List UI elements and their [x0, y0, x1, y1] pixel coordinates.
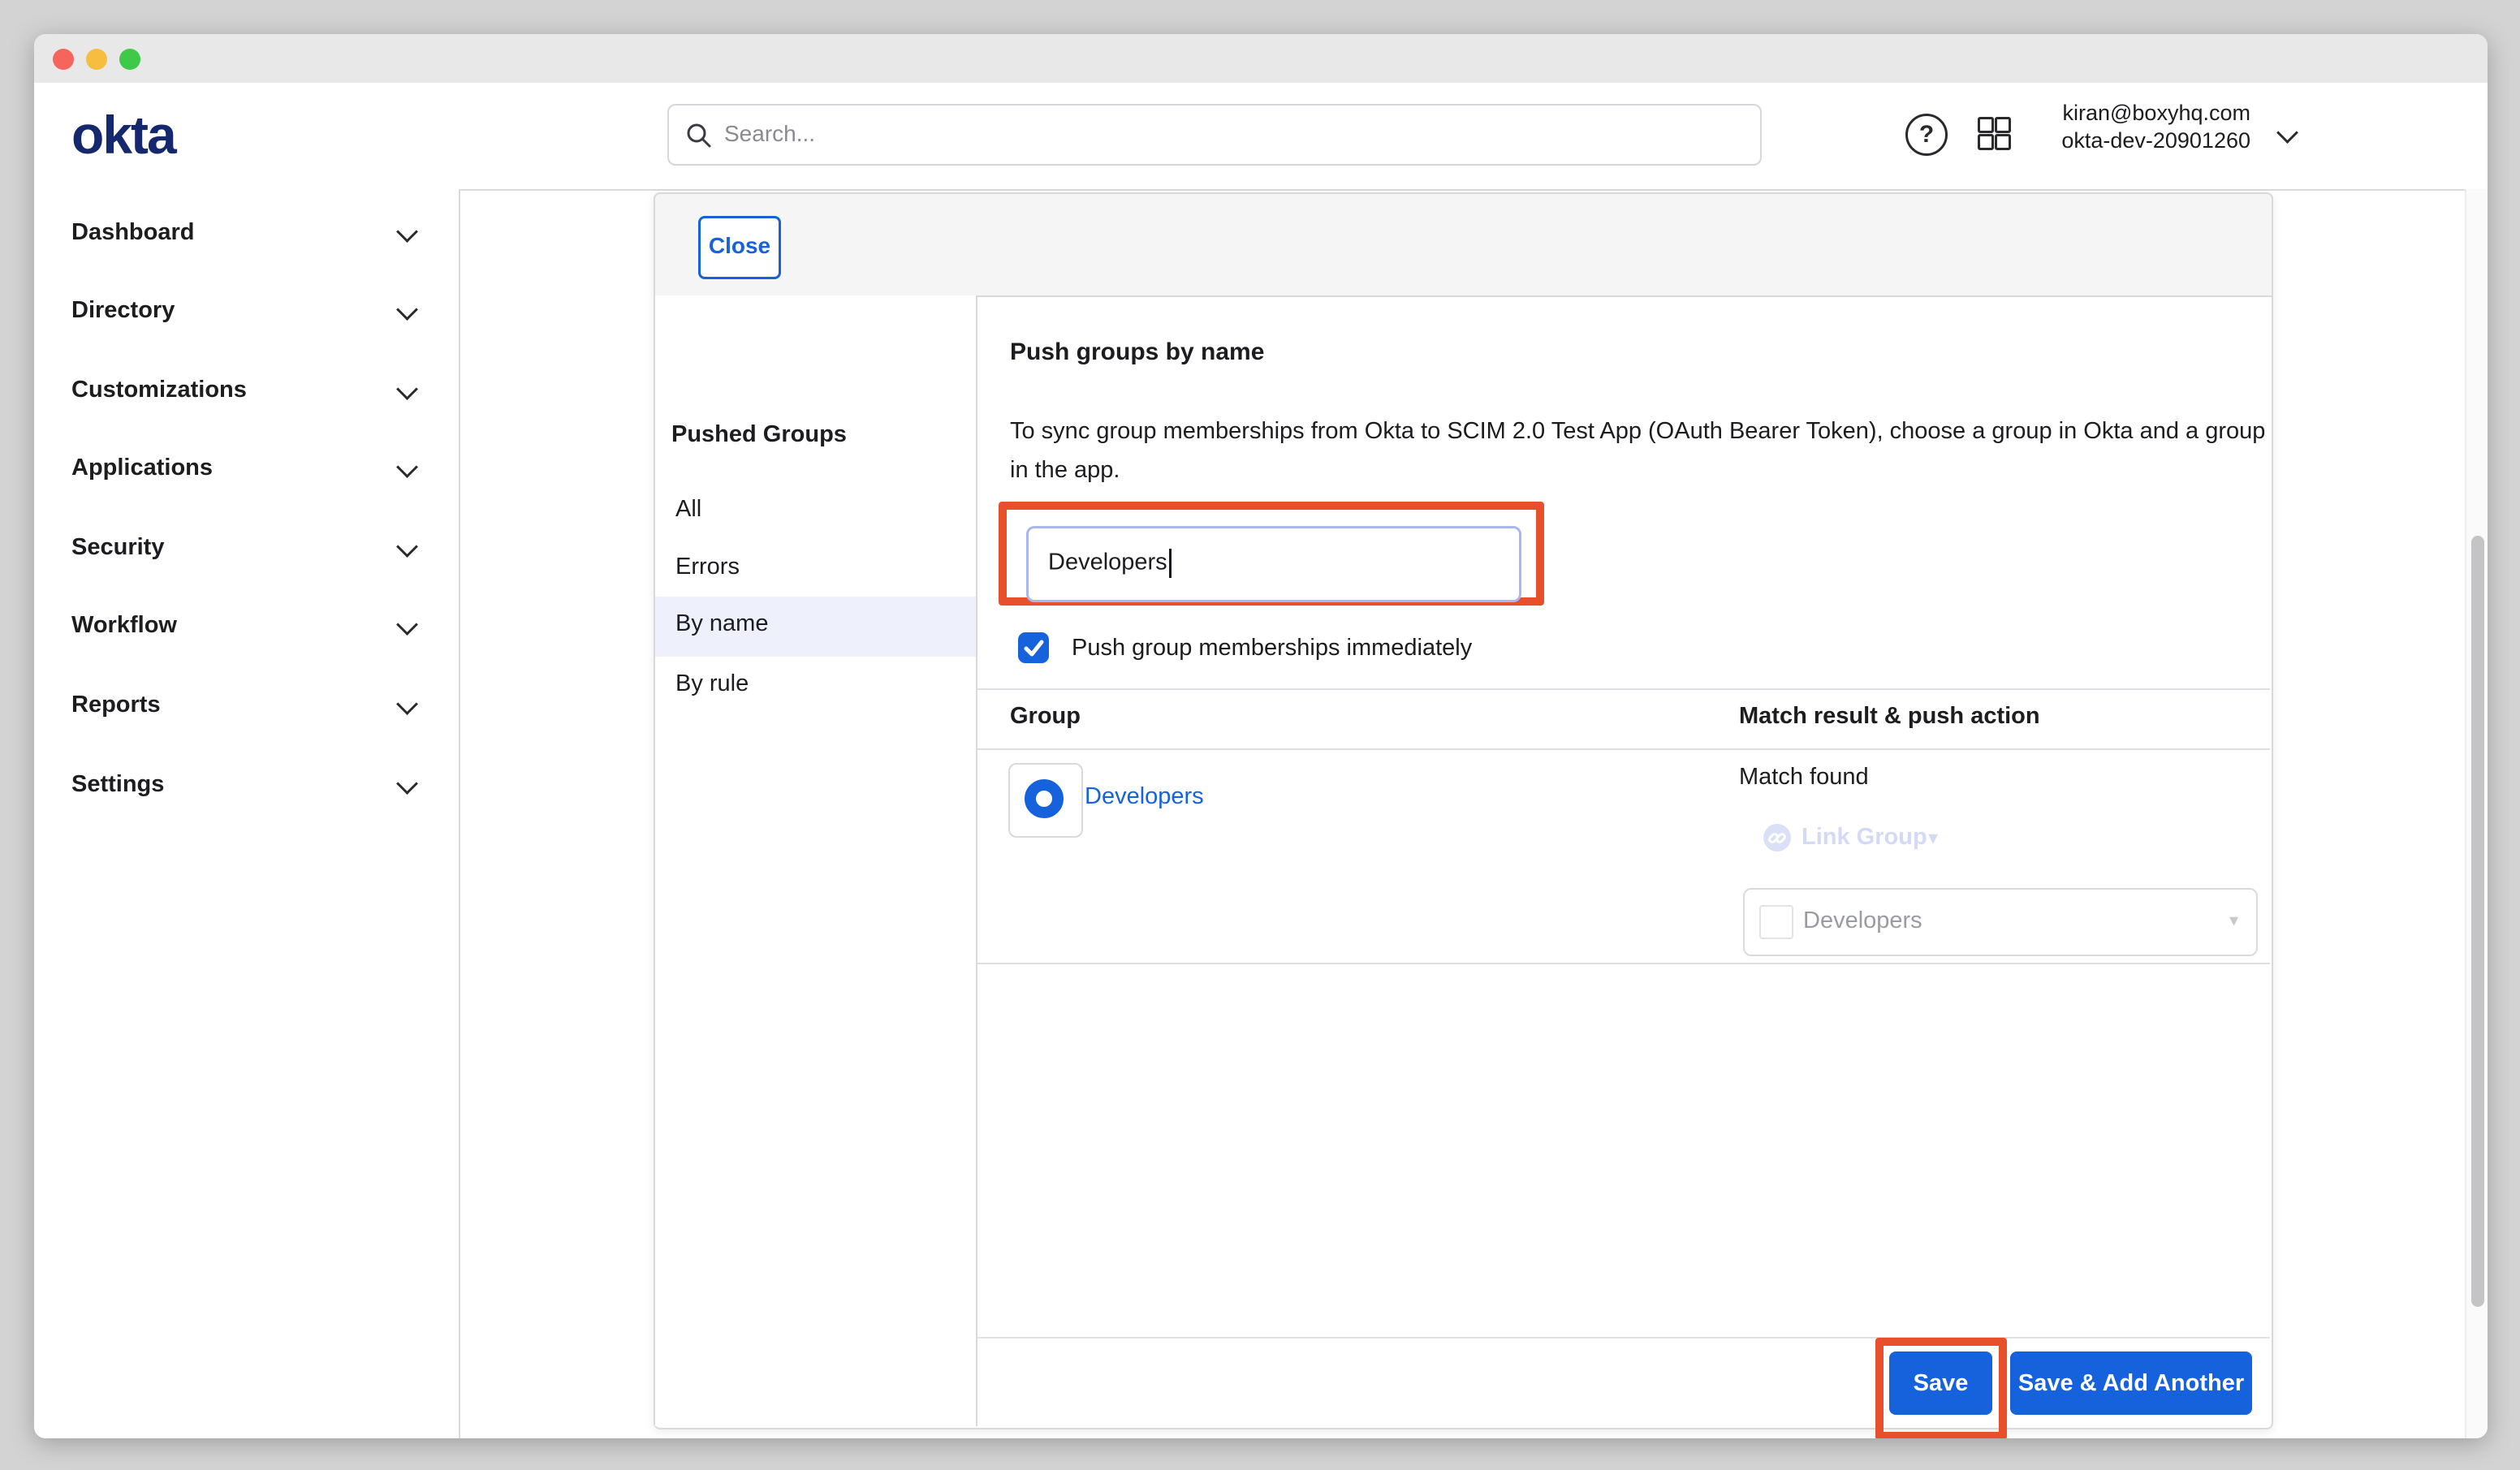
column-header-group: Group: [1010, 703, 1081, 730]
page-title: Push groups by name: [1010, 338, 1264, 366]
sidebar-item-customizations[interactable]: Customizations: [34, 365, 459, 414]
chevron-down-icon: [396, 378, 418, 400]
select-caret-down-icon: ▾: [2229, 910, 2238, 931]
link-group-caret-down-icon[interactable]: ▾: [1928, 826, 1938, 850]
chevron-down-icon: [396, 536, 418, 558]
pushed-groups-nav: Pushed Groups All Errors By name By rule: [655, 295, 977, 1426]
divider: [977, 748, 2270, 750]
divider: [977, 963, 2270, 964]
sidebar: Dashboard Directory Customizations Appli…: [34, 189, 460, 1438]
nav-item-by-rule[interactable]: By rule: [655, 659, 976, 708]
pushed-groups-title: Pushed Groups: [671, 421, 847, 448]
page-scrollbar-track: [2465, 189, 2488, 1438]
chevron-down-icon: [396, 693, 418, 715]
chevron-down-icon: [396, 221, 418, 243]
okta-logo: okta: [71, 104, 175, 166]
sidebar-item-dashboard[interactable]: Dashboard: [34, 208, 459, 256]
app-header: okta ? kiran@boxyhq.com okta-dev-2090126…: [34, 83, 2488, 191]
divider: [977, 1337, 2270, 1339]
account-menu-chevron-down-icon[interactable]: [2276, 122, 2298, 144]
account-org: okta-dev-20901260: [1828, 128, 2250, 153]
select-group-square-icon: [1759, 905, 1793, 939]
checkbox-label: Push group memberships immediately: [1072, 635, 1472, 662]
link-group-action[interactable]: Link Group: [1802, 824, 1927, 851]
chevron-down-icon: [396, 299, 418, 321]
group-name-link[interactable]: Developers: [1085, 783, 1204, 810]
search-bar: [667, 104, 1762, 166]
window-titlebar: [34, 34, 2488, 83]
match-status: Match found: [1739, 764, 1869, 791]
close-window-button[interactable]: [53, 49, 74, 70]
chain-link-icon: [1763, 824, 1791, 851]
group-avatar: [1008, 763, 1083, 838]
account-email: kiran@boxyhq.com: [1828, 101, 2250, 126]
group-name-input[interactable]: Developers: [1026, 526, 1521, 602]
description-text: To sync group memberships from Okta to S…: [1010, 412, 2272, 489]
chevron-down-icon: [396, 773, 418, 795]
chevron-down-icon: [396, 614, 418, 636]
text-cursor: [1169, 549, 1172, 578]
nav-item-all[interactable]: All: [655, 485, 976, 533]
target-group-select[interactable]: Developers ▾: [1743, 888, 2258, 956]
sidebar-item-directory[interactable]: Directory: [34, 286, 459, 334]
nav-item-errors[interactable]: Errors: [655, 542, 976, 591]
sidebar-item-settings[interactable]: Settings: [34, 760, 459, 808]
divider: [977, 688, 2270, 690]
sidebar-item-security[interactable]: Security: [34, 523, 459, 571]
zoom-window-button[interactable]: [119, 49, 140, 70]
sidebar-item-applications[interactable]: Applications: [34, 443, 459, 492]
close-button[interactable]: Close: [698, 216, 781, 279]
push-immediately-checkbox[interactable]: [1018, 632, 1049, 663]
chevron-down-icon: [396, 456, 418, 478]
save-button[interactable]: Save: [1889, 1351, 1992, 1415]
push-groups-panel: Close Pushed Groups All Errors By name B…: [654, 192, 2273, 1429]
save-add-another-button[interactable]: Save & Add Another: [2010, 1351, 2252, 1415]
link-group-icon: [1763, 824, 1791, 851]
sidebar-item-workflow[interactable]: Workflow: [34, 601, 459, 649]
browser-window: okta ? kiran@boxyhq.com okta-dev-2090126…: [34, 34, 2488, 1438]
group-circle-icon: [1025, 779, 1064, 818]
nav-item-by-name[interactable]: By name: [655, 599, 976, 648]
sidebar-item-reports[interactable]: Reports: [34, 680, 459, 729]
column-header-match: Match result & push action: [1739, 703, 2040, 730]
check-icon: [1018, 632, 1049, 663]
search-icon: [685, 122, 713, 149]
panel-header: Close: [654, 192, 2273, 297]
search-input[interactable]: [723, 106, 1741, 162]
minimize-window-button[interactable]: [86, 49, 107, 70]
page-scrollbar-thumb[interactable]: [2471, 536, 2484, 1307]
